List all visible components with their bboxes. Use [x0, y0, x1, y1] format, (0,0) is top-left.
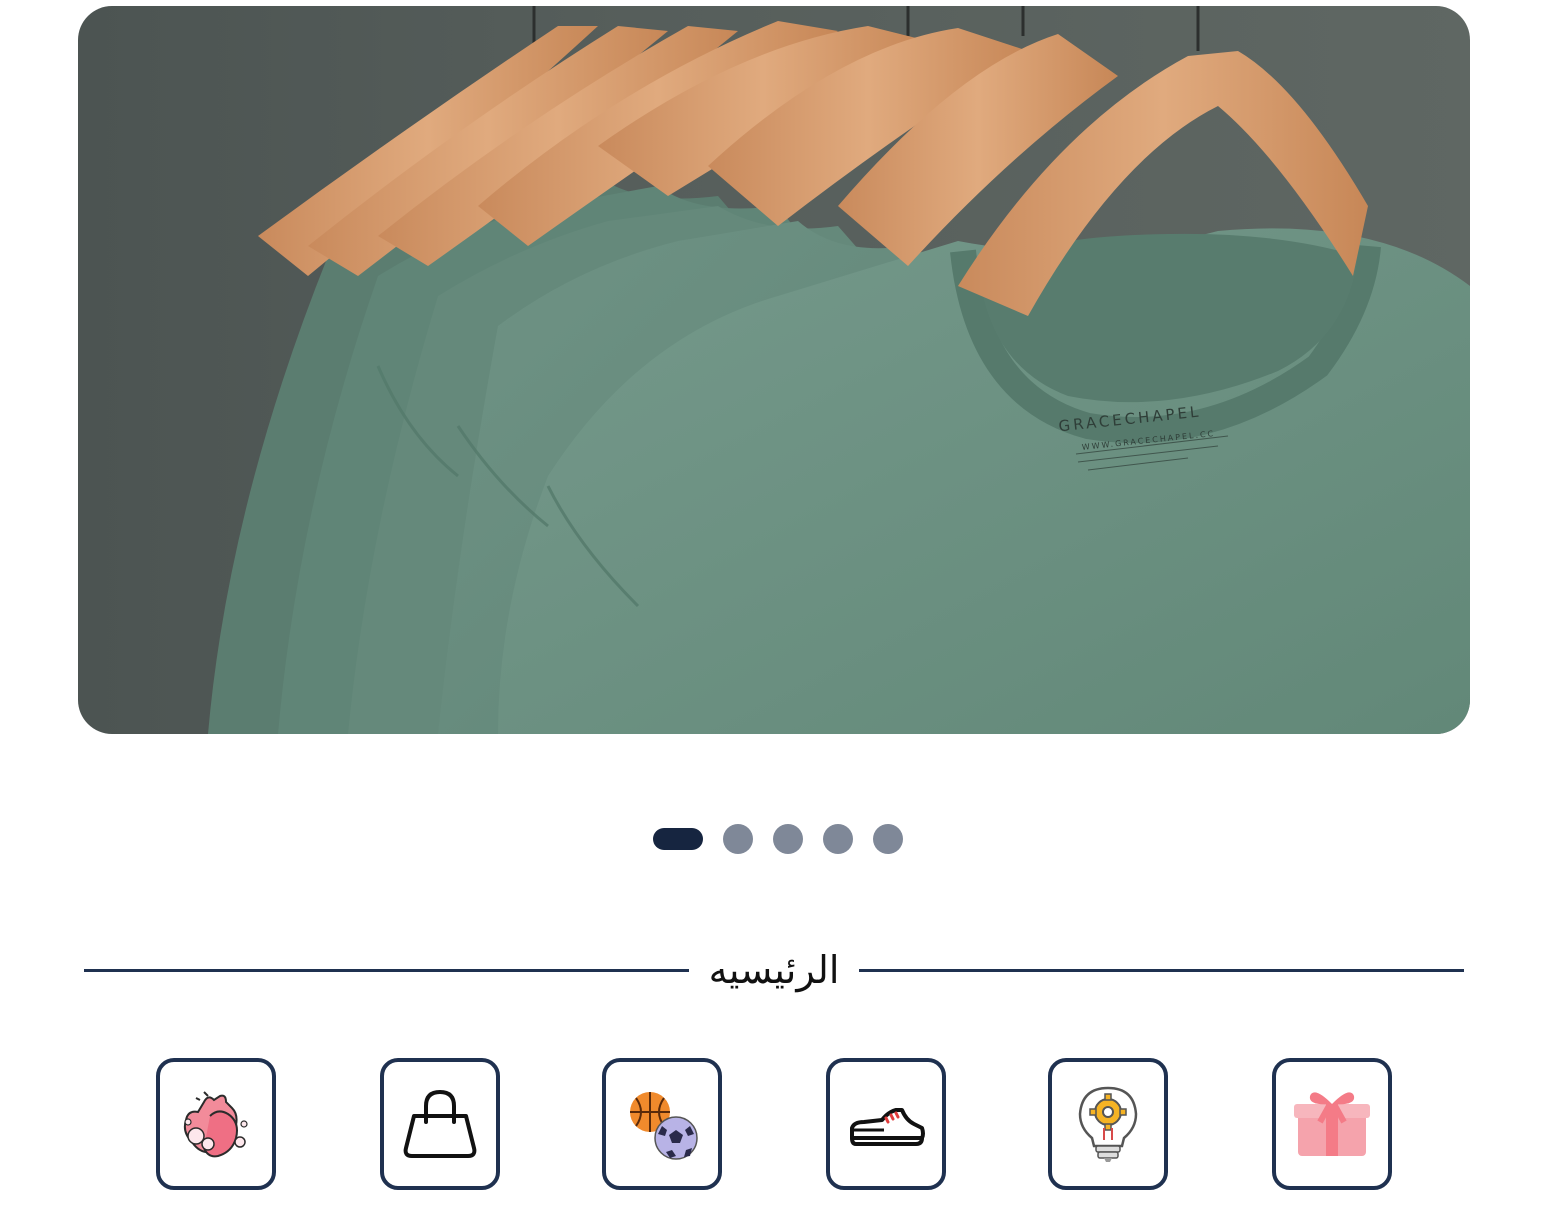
category-hand-washing[interactable]	[156, 1058, 276, 1190]
divider-line-left	[84, 968, 689, 972]
sneaker-icon	[850, 1108, 925, 1146]
tshirts-on-hangers-image: GRACECHAPEL WWW.GRACECHAPEL.CC	[208, 6, 1470, 734]
divider-line-right	[859, 968, 1465, 972]
section-heading: الرئيسيه	[84, 940, 1465, 1000]
carousel-dot-3[interactable]	[773, 824, 803, 854]
carousel-dot-2[interactable]	[723, 824, 753, 854]
category-gifts[interactable]	[1272, 1058, 1392, 1190]
category-shoes[interactable]	[826, 1058, 946, 1190]
section-title: الرئيسيه	[708, 948, 840, 992]
page: GRACECHAPEL WWW.GRACECHAPEL.CC الرئيسيه	[0, 0, 1556, 1212]
carousel-dot-1[interactable]	[653, 828, 703, 850]
carousel-dot-5[interactable]	[873, 824, 903, 854]
carousel-dot-4[interactable]	[823, 824, 853, 854]
lightbulb-gear-icon	[1078, 1086, 1138, 1162]
carousel-dots	[0, 824, 1556, 854]
hero-banner[interactable]: GRACECHAPEL WWW.GRACECHAPEL.CC	[78, 6, 1470, 734]
category-bags[interactable]	[380, 1058, 500, 1190]
shopping-bag-icon	[403, 1089, 477, 1158]
category-sports[interactable]	[602, 1058, 722, 1190]
sports-balls-icon	[630, 1092, 698, 1160]
category-ideas[interactable]	[1048, 1058, 1168, 1190]
gift-icon	[1294, 1092, 1370, 1156]
hand-washing-icon	[183, 1091, 248, 1158]
